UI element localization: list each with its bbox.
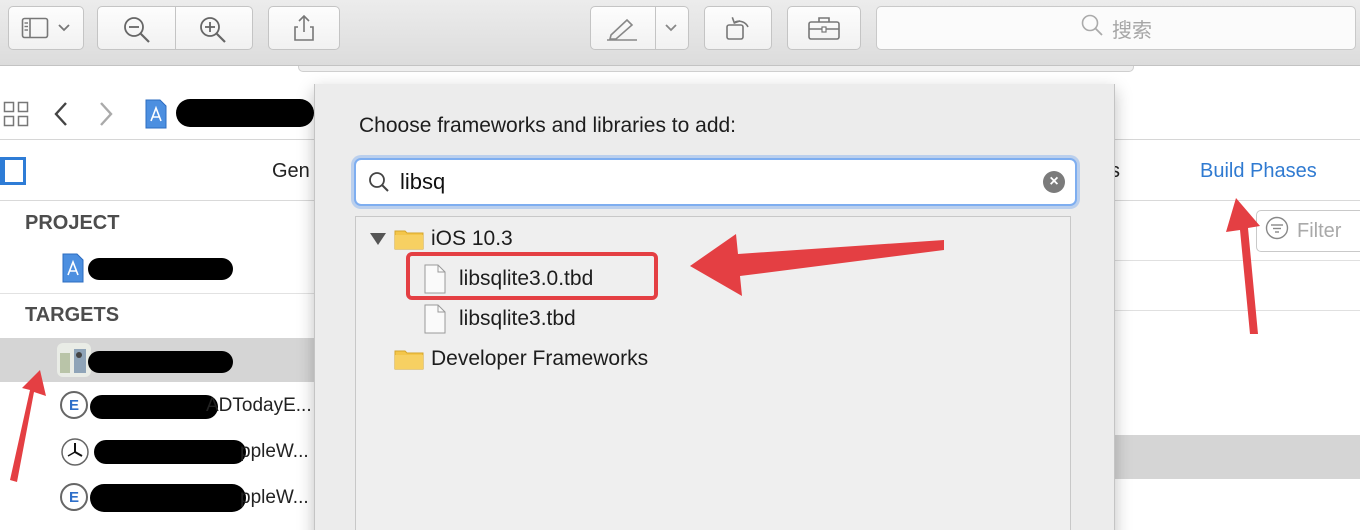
arrow-to-library — [690, 234, 944, 296]
arrow-to-target — [10, 370, 46, 482]
arrow-to-build-phases — [1226, 198, 1260, 334]
annotation-arrows — [10, 198, 1260, 482]
